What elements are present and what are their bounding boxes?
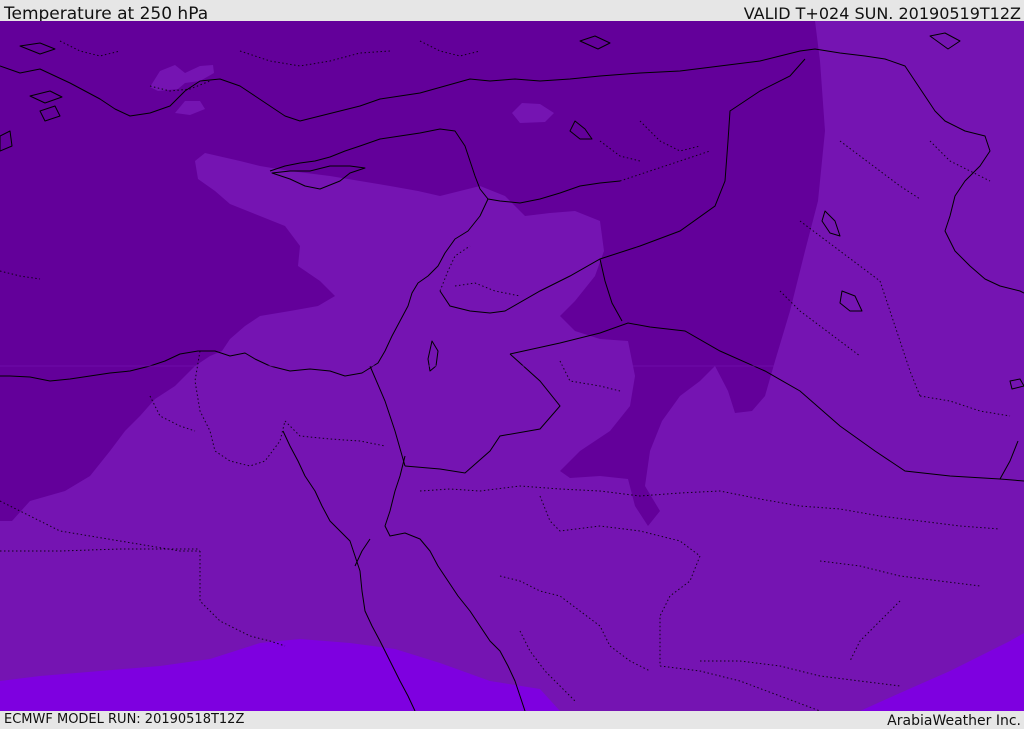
- forecast-map-page: Temperature at 250 hPa VALID T+024 SUN. …: [0, 0, 1024, 729]
- model-run-label: ECMWF MODEL RUN: 20190518T12Z: [4, 712, 245, 727]
- credit-label: ArabiaWeather Inc.: [887, 713, 1021, 729]
- temperature-map: [0, 21, 1024, 711]
